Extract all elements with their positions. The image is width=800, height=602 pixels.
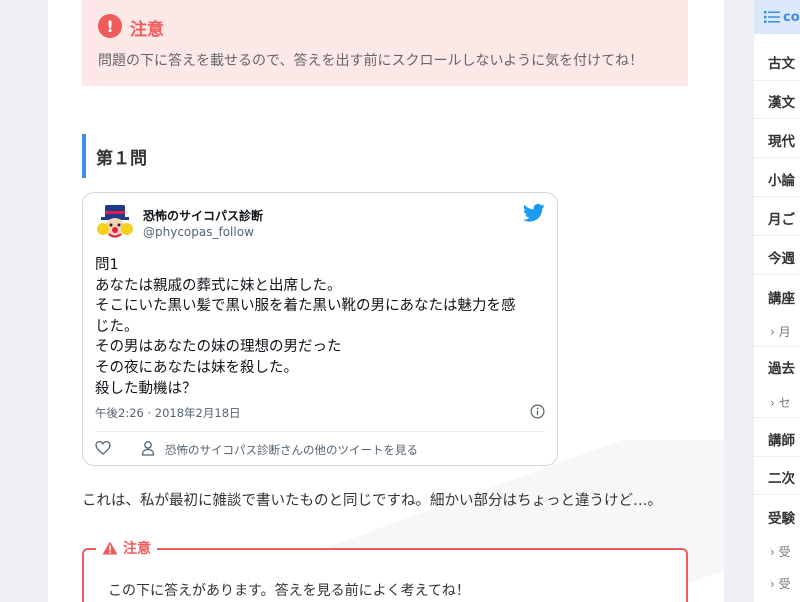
- tweet-line: 問1: [95, 257, 119, 273]
- chevron-right-icon: ›: [770, 577, 775, 591]
- divider: [754, 118, 800, 119]
- warning-text: この下に答えがあります。答えを見る前によく考えてね！: [108, 583, 470, 599]
- tweet-line: じた。: [95, 318, 139, 335]
- notice-box: ! 注意 問題の下に答えを載せるので、答えを出す前にスクロールしないように気を付…: [82, 0, 688, 86]
- toc-item[interactable]: 受験: [768, 507, 795, 527]
- question-heading: 第１問: [82, 134, 282, 178]
- avatar[interactable]: [95, 203, 135, 243]
- warning-box: 注意 この下に答えがあります。答えを見る前によく考えてね！: [82, 538, 688, 602]
- more-tweets-link[interactable]: 恐怖のサイコパス診断さんの他のツイートを見る: [165, 442, 418, 458]
- toc-item[interactable]: 過去: [768, 357, 795, 377]
- divider: [754, 196, 800, 197]
- toc-subitem-label: 受: [778, 545, 791, 559]
- divider: [95, 431, 545, 432]
- main-content: ! 注意 問題の下に答えを載せるので、答えを出す前にスクロールしないように気を付…: [48, 0, 724, 602]
- tweet-line: あなたは親戚の葬式に妹と出席した。: [95, 277, 342, 294]
- toc-item[interactable]: 漢文: [768, 91, 795, 111]
- tweet-line: そこにいた黒い髪で黒い服を着た黒い靴の男にあなたは魅力を感: [95, 298, 516, 315]
- toc-header[interactable]: co: [754, 0, 800, 34]
- divider: [754, 274, 800, 275]
- toc-subitem[interactable]: › 月: [770, 323, 791, 340]
- tweet-line: その男はあなたの妹の理想の男だった: [95, 339, 342, 356]
- twitter-bird-icon[interactable]: [523, 203, 545, 223]
- toc-subitem[interactable]: › 受: [770, 543, 791, 560]
- toc-item[interactable]: 小論: [768, 169, 795, 189]
- notice-text: 問題の下に答えを載せるので、答えを出す前にスクロールしないように気を付けてね！: [98, 53, 644, 69]
- toc-subitem[interactable]: › 受: [770, 575, 791, 592]
- toc-item[interactable]: 講座: [768, 287, 795, 307]
- tweet-timestamp[interactable]: 午後2:26 · 2018年2月18日: [95, 405, 241, 421]
- chevron-right-icon: ›: [770, 545, 775, 559]
- heart-icon[interactable]: [95, 440, 111, 456]
- divider: [754, 235, 800, 236]
- toc-subitem[interactable]: › セ: [770, 394, 791, 411]
- warning-title: 注意: [123, 541, 151, 557]
- tweet-line: 殺した動機は？: [95, 380, 197, 397]
- person-icon: [141, 441, 155, 456]
- chevron-right-icon: ›: [770, 325, 775, 339]
- divider: [754, 346, 800, 347]
- toc-subitem-label: セ: [778, 396, 791, 410]
- toc-item[interactable]: 講師: [768, 429, 795, 449]
- table-of-contents-sidebar: co 古文 漢文 現代 小論 月ご 今週 講座 › 月 過去 › セ 講師 二次…: [754, 0, 800, 602]
- notice-title: 注意: [130, 20, 164, 40]
- tweet-line: その夜にあなたは妹を殺した。: [95, 359, 298, 376]
- toc-item[interactable]: 今週: [768, 247, 795, 267]
- toc-item[interactable]: 古文: [768, 52, 795, 72]
- toc-subitem-label: 受: [778, 577, 791, 591]
- warning-legend: 注意: [96, 538, 157, 558]
- body-paragraph: これは、私が最初に雑談で書いたものと同じですね。細かい部分はちょっと違うけど…。: [82, 493, 662, 509]
- exclamation-circle-icon: !: [98, 14, 122, 38]
- toc-item[interactable]: 現代: [768, 130, 795, 150]
- chevron-right-icon: ›: [770, 396, 775, 410]
- toc-header-label: co: [783, 9, 800, 25]
- divider: [754, 80, 800, 81]
- toc-item[interactable]: 二次: [768, 467, 795, 487]
- divider: [754, 417, 800, 418]
- divider: [754, 494, 800, 495]
- list-icon: [764, 11, 780, 23]
- info-icon[interactable]: [530, 404, 545, 419]
- tweet-author-handle[interactable]: @phycopas_follow: [143, 225, 254, 239]
- tweet-author-name[interactable]: 恐怖のサイコパス診断: [143, 207, 263, 224]
- embedded-tweet[interactable]: 恐怖のサイコパス診断 @phycopas_follow 問1 あなたは親戚の葬式…: [82, 192, 558, 466]
- tweet-text: 問1 あなたは親戚の葬式に妹と出席した。 そこにいた黒い髪で黒い服を着た黒い靴の…: [95, 255, 545, 399]
- toc-subitem-label: 月: [778, 325, 791, 339]
- warning-triangle-icon: [102, 541, 118, 555]
- divider: [754, 456, 800, 457]
- divider: [754, 157, 800, 158]
- toc-item[interactable]: 月ご: [768, 208, 795, 228]
